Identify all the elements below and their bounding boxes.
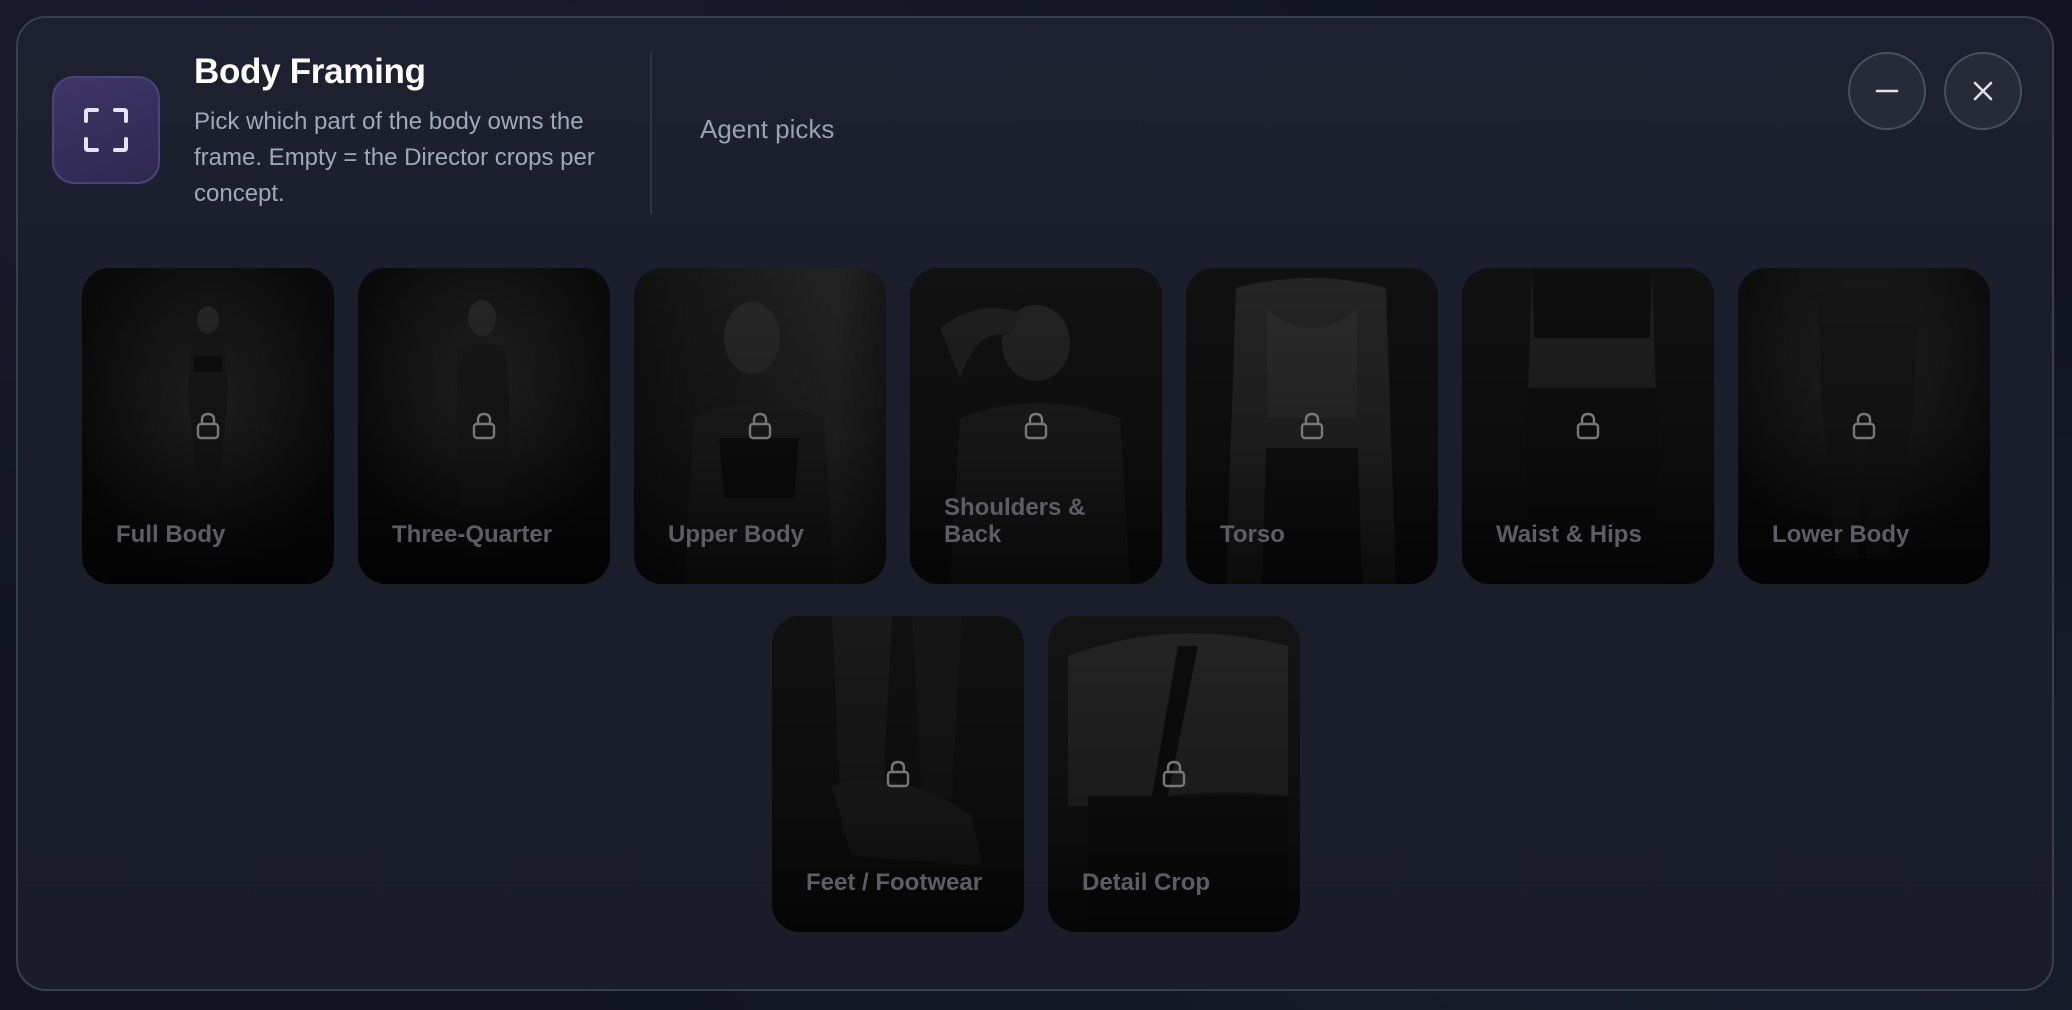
close-button[interactable] [1944, 52, 2022, 130]
framing-card-detail-crop[interactable]: Detail Crop [1048, 616, 1300, 932]
close-icon [1973, 81, 1993, 101]
framing-card-shoulders-back[interactable]: Shoulders & Back [910, 268, 1162, 584]
lock-icon [1576, 412, 1600, 440]
card-label: Shoulders & Back [944, 494, 1086, 548]
lock-icon [886, 760, 910, 788]
card-label: Upper Body [668, 521, 805, 548]
dialog-subtitle: Pick which part of the body owns the fra… [194, 108, 595, 207]
framing-card-full-body[interactable]: Full Body [82, 268, 334, 584]
framing-card-waist-hips[interactable]: Waist & Hips [1462, 268, 1714, 584]
card-label: Waist & Hips [1496, 521, 1642, 548]
framing-card-torso[interactable]: Torso [1186, 268, 1438, 584]
card-label: Detail Crop [1082, 869, 1211, 896]
header-divider [650, 52, 652, 214]
framing-card-upper-body[interactable]: Upper Body [634, 268, 886, 584]
card-label: Lower Body [1772, 521, 1910, 548]
framing-card-lower-body[interactable]: Lower Body [1738, 268, 1990, 584]
minimize-button[interactable] [1848, 52, 1926, 130]
minus-icon [1875, 89, 1899, 93]
card-label: Torso [1220, 521, 1285, 548]
lock-icon [196, 412, 220, 440]
lock-icon [472, 412, 496, 440]
agent-picks-option[interactable]: Agent picks [700, 114, 834, 145]
framing-card-feet-footwear[interactable]: Feet / Footwear [772, 616, 1024, 932]
card-label: Feet / Footwear [806, 869, 983, 896]
framing-card-three-quarter[interactable]: Three-Quarter [358, 268, 610, 584]
dialog-title: Body Framing [194, 52, 426, 91]
lock-icon [1300, 412, 1324, 440]
lock-icon [1162, 760, 1186, 788]
lock-icon [748, 412, 772, 440]
card-label: Three-Quarter [392, 521, 553, 548]
card-label: Full Body [116, 521, 226, 548]
frame-corners-icon [52, 76, 160, 184]
lock-icon [1024, 412, 1048, 440]
lock-icon [1852, 412, 1876, 440]
